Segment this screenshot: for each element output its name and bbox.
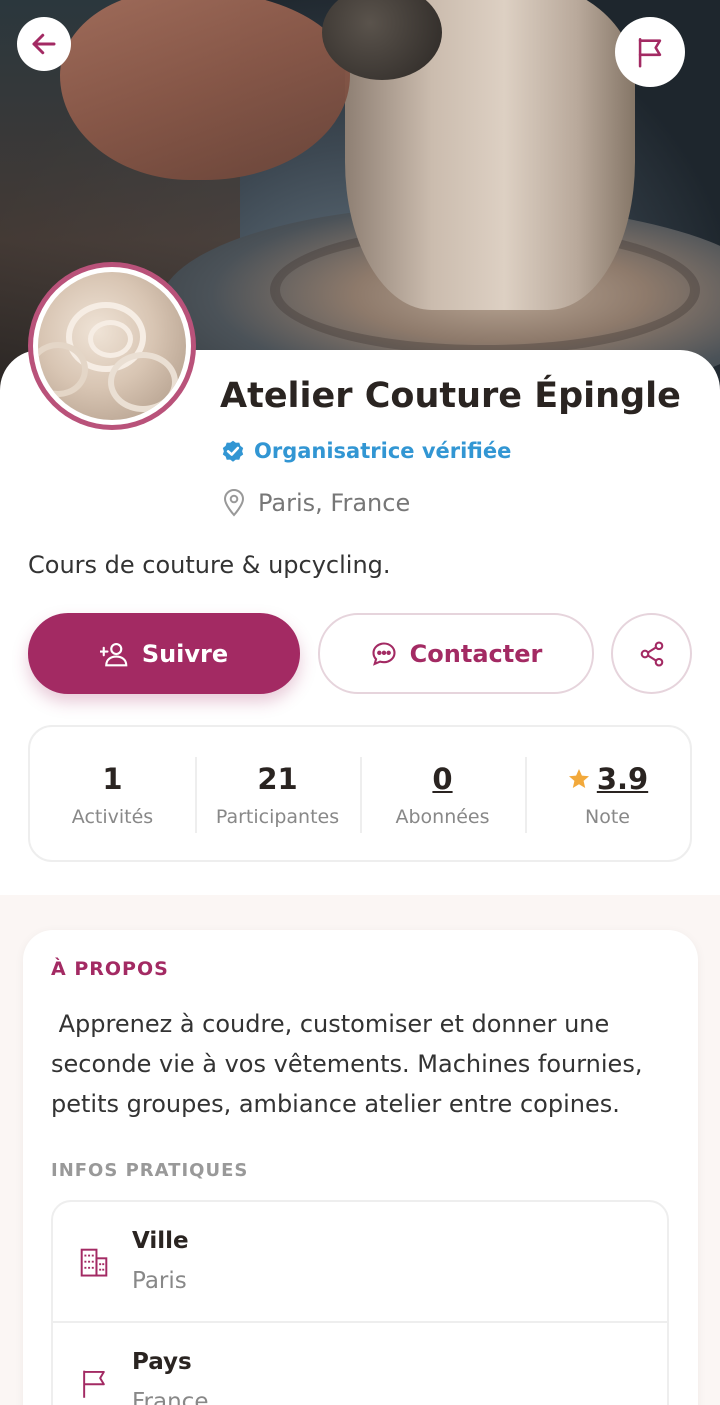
info-list: Ville Paris Pays France [51, 1200, 669, 1405]
user-plus-icon [99, 642, 128, 666]
verified-check-icon [222, 440, 244, 462]
location-text: Paris, France [258, 489, 411, 517]
avatar [28, 262, 196, 430]
stat-activities-label: Activités [71, 805, 154, 828]
star-icon [568, 768, 589, 788]
stat-activities-value: 1 [102, 761, 123, 796]
verified-label: Organisatrice vérifiée [254, 439, 512, 463]
stat-rating-label: Note [585, 805, 630, 828]
info-row-country: Pays France [53, 1323, 667, 1405]
info-label-country: Pays [132, 1349, 192, 1375]
stat-rating-value-wrap: 3.9 [567, 760, 648, 798]
map-pin-icon [223, 489, 245, 517]
info-value-country: France [132, 1389, 209, 1405]
stats-panel: 1 Activités 21 Participantes 0 Abonnées … [28, 725, 692, 862]
info-row-city: Ville Paris [53, 1202, 667, 1323]
verified-badge: Organisatrice vérifiée [220, 438, 511, 464]
building-icon [79, 1246, 109, 1282]
about-card: À PROPOS Apprenez à coudre, customiser e… [23, 930, 698, 1405]
share-icon [640, 641, 663, 666]
stat-rating[interactable]: 3.9 Note [525, 727, 690, 860]
contact-button[interactable]: Contacter [318, 613, 594, 694]
info-label-city: Ville [132, 1228, 189, 1254]
stat-participants-label: Participantes [215, 805, 340, 828]
infos-title: INFOS PRATIQUES [51, 1160, 249, 1181]
stat-activities[interactable]: 1 Activités [30, 727, 195, 860]
stat-participants: 21 Participantes [195, 727, 360, 860]
stat-rating-value: 3.9 [596, 761, 649, 796]
stat-participants-value: 21 [257, 761, 298, 796]
back-button[interactable] [17, 17, 71, 71]
report-button[interactable] [615, 17, 685, 87]
about-title: À PROPOS [51, 958, 169, 980]
contact-label: Contacter [409, 639, 543, 668]
avatar-image [38, 272, 186, 420]
organizer-name: Atelier Couture Épingle [220, 376, 681, 416]
flag-icon [79, 1367, 109, 1403]
arrow-left-icon [32, 33, 56, 55]
follow-button[interactable]: Suivre [28, 613, 300, 694]
stat-followers-label: Abonnées [395, 805, 490, 828]
location: Paris, France [222, 489, 410, 517]
info-value-city: Paris [132, 1268, 187, 1294]
stat-followers[interactable]: 0 Abonnées [360, 727, 525, 860]
chat-bubble-icon [372, 641, 396, 666]
stat-followers-value-wrap: 0 [432, 760, 452, 798]
flag-icon [638, 37, 662, 68]
about-text: Apprenez à coudre, customiser et donner … [51, 1010, 651, 1118]
follow-label: Suivre [141, 639, 229, 668]
stat-followers-value: 0 [432, 761, 453, 796]
share-button[interactable] [611, 613, 692, 694]
tagline: Cours de couture & upcycling. [28, 551, 391, 579]
